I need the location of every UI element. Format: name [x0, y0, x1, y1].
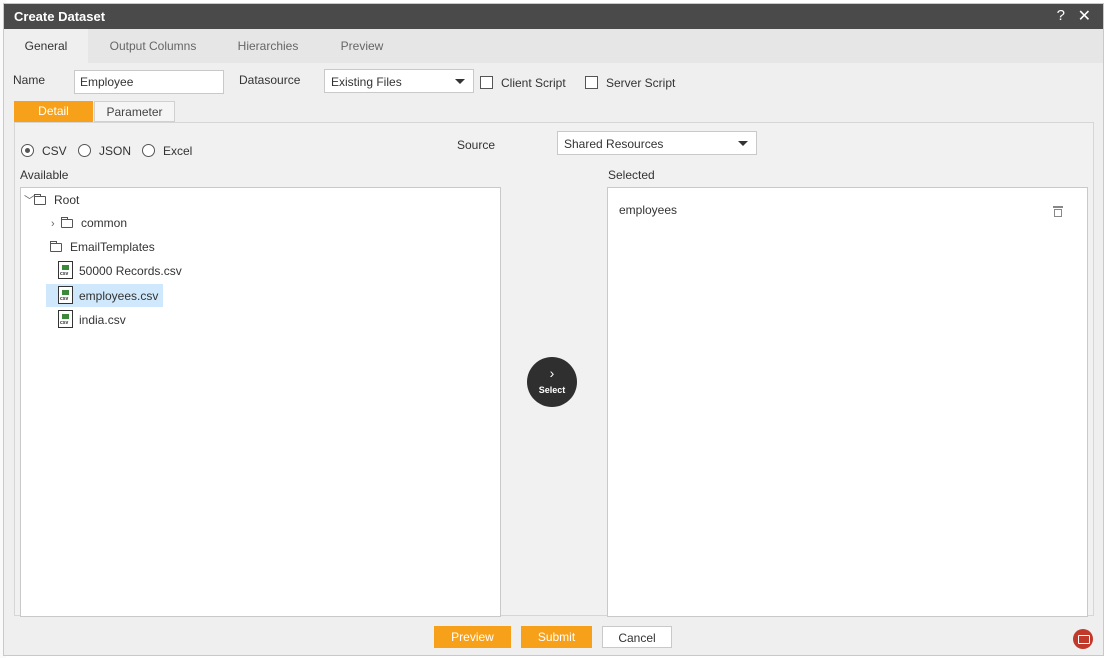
tab-preview[interactable]: Preview — [324, 29, 400, 63]
tree-file-employees[interactable]: csv employees.csv — [46, 284, 163, 307]
tree-node-email-templates[interactable]: EmailTemplates — [50, 240, 155, 254]
subtab-parameter[interactable]: Parameter — [94, 101, 175, 122]
chevron-right-icon: › — [549, 365, 555, 381]
name-label: Name — [13, 73, 46, 87]
select-button[interactable]: › Select — [527, 357, 577, 407]
title-bar: Create Dataset ? ✕ — [4, 4, 1103, 29]
close-icon[interactable]: ✕ — [1078, 6, 1091, 26]
cancel-button[interactable]: Cancel — [602, 626, 672, 648]
selected-list: employees — [607, 187, 1088, 617]
server-script-checkbox[interactable] — [585, 76, 598, 89]
dialog-title: Create Dataset — [14, 9, 106, 24]
excel-label: Excel — [163, 144, 193, 158]
submit-button[interactable]: Submit — [521, 626, 592, 648]
detail-panel: CSV JSON Excel Source Shared Resources A… — [14, 122, 1094, 617]
chevron-down-icon — [738, 141, 748, 146]
tab-general[interactable]: General — [4, 29, 88, 63]
source-select[interactable]: Shared Resources — [557, 131, 757, 155]
chevron-down-icon — [455, 79, 465, 84]
available-label: Available — [20, 168, 69, 182]
client-script-checkbox[interactable] — [480, 76, 493, 89]
help-icon[interactable]: ? — [1057, 7, 1065, 24]
source-label: Source — [457, 138, 496, 152]
csv-file-icon: csv — [58, 261, 73, 279]
json-label: JSON — [99, 144, 132, 158]
folder-icon — [34, 194, 46, 205]
trash-icon[interactable] — [1053, 206, 1063, 217]
tab-bar: General Output Columns Hierarchies Previ… — [4, 29, 1103, 63]
preview-button[interactable]: Preview — [434, 626, 511, 648]
csv-label: CSV — [42, 144, 67, 158]
tree-file-india[interactable]: csv india.csv — [57, 309, 137, 331]
datasource-select[interactable]: Existing Files — [324, 69, 474, 93]
selected-label: Selected — [608, 168, 655, 182]
selected-item[interactable]: employees — [619, 203, 677, 217]
tree-label-root: Root — [54, 193, 80, 207]
tree-file-label: employees.csv — [79, 289, 159, 303]
tree-node-root[interactable]: ﹀ Root — [24, 192, 79, 208]
available-tree: ﹀ Root › common EmailTemplates csv 50000 R… — [20, 187, 501, 617]
select-button-label: Select — [538, 385, 566, 395]
name-input[interactable] — [74, 70, 224, 94]
chevron-down-icon: ﹀ — [24, 195, 35, 207]
chat-icon[interactable] — [1073, 629, 1093, 649]
csv-radio[interactable] — [21, 144, 34, 157]
server-script-label: Server Script — [606, 76, 676, 90]
tree-file-50000-records[interactable]: csv 50000 Records.csv — [57, 260, 182, 282]
folder-icon — [50, 241, 62, 252]
tree-label-email-templates: EmailTemplates — [70, 240, 155, 254]
json-radio[interactable] — [78, 144, 91, 157]
folder-icon — [61, 217, 73, 228]
tab-hierarchies[interactable]: Hierarchies — [226, 29, 310, 63]
tab-output-columns[interactable]: Output Columns — [99, 29, 207, 63]
datasource-value: Existing Files — [331, 75, 402, 89]
client-script-label: Client Script — [501, 76, 566, 90]
csv-file-icon: csv — [58, 310, 73, 328]
csv-file-icon: csv — [58, 286, 73, 304]
tree-file-label: india.csv — [79, 313, 126, 327]
tree-file-label: 50000 Records.csv — [79, 264, 182, 278]
subtab-detail[interactable]: Detail — [14, 101, 93, 122]
tree-label-common: common — [81, 216, 128, 230]
excel-radio[interactable] — [142, 144, 155, 157]
chevron-right-icon: › — [51, 218, 55, 230]
source-value: Shared Resources — [564, 137, 664, 151]
tree-node-common[interactable]: › common — [51, 216, 127, 230]
create-dataset-dialog: Create Dataset ? ✕ General Output Column… — [3, 3, 1104, 656]
datasource-label: Datasource — [239, 73, 301, 87]
